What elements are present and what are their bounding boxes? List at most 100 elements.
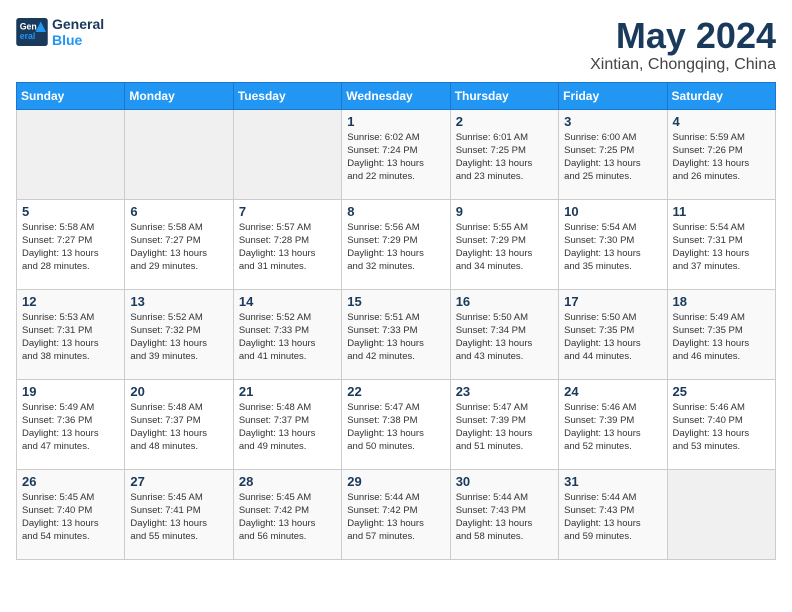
day-info: Sunrise: 5:49 AM Sunset: 7:35 PM Dayligh… (673, 311, 770, 364)
day-info: Sunrise: 6:01 AM Sunset: 7:25 PM Dayligh… (456, 131, 553, 184)
day-number: 22 (347, 384, 444, 399)
calendar-cell: 23 Sunrise: 5:47 AM Sunset: 7:39 PM Dayli… (450, 379, 558, 469)
calendar-cell: 28 Sunrise: 5:45 AM Sunset: 7:42 PM Dayli… (233, 469, 341, 559)
day-info: Sunrise: 6:02 AM Sunset: 7:24 PM Dayligh… (347, 131, 444, 184)
day-number: 7 (239, 204, 336, 219)
week-row-2: 5 Sunrise: 5:58 AM Sunset: 7:27 PM Daylig… (17, 199, 776, 289)
day-number: 6 (130, 204, 227, 219)
calendar-cell: 6 Sunrise: 5:58 AM Sunset: 7:27 PM Daylig… (125, 199, 233, 289)
calendar-cell: 19 Sunrise: 5:49 AM Sunset: 7:36 PM Dayli… (17, 379, 125, 469)
day-info: Sunrise: 5:46 AM Sunset: 7:39 PM Dayligh… (564, 401, 661, 454)
calendar-cell: 13 Sunrise: 5:52 AM Sunset: 7:32 PM Dayli… (125, 289, 233, 379)
day-number: 23 (456, 384, 553, 399)
day-info: Sunrise: 5:51 AM Sunset: 7:33 PM Dayligh… (347, 311, 444, 364)
day-number: 18 (673, 294, 770, 309)
day-info: Sunrise: 5:47 AM Sunset: 7:39 PM Dayligh… (456, 401, 553, 454)
calendar-cell: 15Sunrise: 5:51 AM Sunset: 7:33 PM Dayli… (342, 289, 450, 379)
day-number: 30 (456, 474, 553, 489)
calendar-cell: 18 Sunrise: 5:49 AM Sunset: 7:35 PM Dayli… (667, 289, 775, 379)
calendar-cell: 3 Sunrise: 6:00 AM Sunset: 7:25 PM Daylig… (559, 109, 667, 199)
day-number: 19 (22, 384, 119, 399)
day-number: 9 (456, 204, 553, 219)
day-info: Sunrise: 5:44 AM Sunset: 7:42 PM Dayligh… (347, 491, 444, 544)
day-info: Sunrise: 5:52 AM Sunset: 7:32 PM Dayligh… (130, 311, 227, 364)
day-info: Sunrise: 5:49 AM Sunset: 7:36 PM Dayligh… (22, 401, 119, 454)
weekday-header-monday: Monday (125, 82, 233, 109)
title-block: May 2024 Xintian, Chongqing, China (590, 16, 776, 74)
calendar-cell: 5 Sunrise: 5:58 AM Sunset: 7:27 PM Daylig… (17, 199, 125, 289)
week-row-1: 1Sunrise: 6:02 AM Sunset: 7:24 PM Daylig… (17, 109, 776, 199)
page-header: Gen eral General Blue May 2024 Xintian, … (16, 16, 776, 74)
svg-text:Gen: Gen (20, 21, 37, 31)
day-number: 27 (130, 474, 227, 489)
calendar-cell: 25Sunrise: 5:46 AM Sunset: 7:40 PM Dayli… (667, 379, 775, 469)
day-number: 26 (22, 474, 119, 489)
day-info: Sunrise: 5:54 AM Sunset: 7:31 PM Dayligh… (673, 221, 770, 274)
day-info: Sunrise: 5:47 AM Sunset: 7:38 PM Dayligh… (347, 401, 444, 454)
day-number: 21 (239, 384, 336, 399)
weekday-header-tuesday: Tuesday (233, 82, 341, 109)
day-number: 14 (239, 294, 336, 309)
weekday-header-sunday: Sunday (17, 82, 125, 109)
calendar-table: SundayMondayTuesdayWednesdayThursdayFrid… (16, 82, 776, 560)
calendar-cell: 12 Sunrise: 5:53 AM Sunset: 7:31 PM Dayli… (17, 289, 125, 379)
day-info: Sunrise: 5:48 AM Sunset: 7:37 PM Dayligh… (239, 401, 336, 454)
day-number: 4 (673, 114, 770, 129)
day-info: Sunrise: 5:45 AM Sunset: 7:42 PM Dayligh… (239, 491, 336, 544)
logo-text-line1: General (52, 16, 104, 32)
day-info: Sunrise: 5:50 AM Sunset: 7:35 PM Dayligh… (564, 311, 661, 364)
day-number: 5 (22, 204, 119, 219)
calendar-cell: 8 Sunrise: 5:56 AM Sunset: 7:29 PM Daylig… (342, 199, 450, 289)
day-info: Sunrise: 6:00 AM Sunset: 7:25 PM Dayligh… (564, 131, 661, 184)
calendar-title: May 2024 (590, 16, 776, 56)
logo: Gen eral General Blue (16, 16, 104, 48)
day-number: 17 (564, 294, 661, 309)
calendar-cell: 16 Sunrise: 5:50 AM Sunset: 7:34 PM Dayli… (450, 289, 558, 379)
day-number: 3 (564, 114, 661, 129)
calendar-cell: 1Sunrise: 6:02 AM Sunset: 7:24 PM Daylig… (342, 109, 450, 199)
calendar-cell (17, 109, 125, 199)
day-info: Sunrise: 5:50 AM Sunset: 7:34 PM Dayligh… (456, 311, 553, 364)
day-number: 10 (564, 204, 661, 219)
day-info: Sunrise: 5:58 AM Sunset: 7:27 PM Dayligh… (22, 221, 119, 274)
day-number: 28 (239, 474, 336, 489)
day-info: Sunrise: 5:56 AM Sunset: 7:29 PM Dayligh… (347, 221, 444, 274)
day-info: Sunrise: 5:57 AM Sunset: 7:28 PM Dayligh… (239, 221, 336, 274)
calendar-cell: 30 Sunrise: 5:44 AM Sunset: 7:43 PM Dayli… (450, 469, 558, 559)
day-info: Sunrise: 5:58 AM Sunset: 7:27 PM Dayligh… (130, 221, 227, 274)
day-info: Sunrise: 5:55 AM Sunset: 7:29 PM Dayligh… (456, 221, 553, 274)
day-number: 16 (456, 294, 553, 309)
weekday-header-thursday: Thursday (450, 82, 558, 109)
calendar-cell: 4 Sunrise: 5:59 AM Sunset: 7:26 PM Daylig… (667, 109, 775, 199)
day-info: Sunrise: 5:52 AM Sunset: 7:33 PM Dayligh… (239, 311, 336, 364)
calendar-cell: 17 Sunrise: 5:50 AM Sunset: 7:35 PM Dayli… (559, 289, 667, 379)
calendar-cell: 31Sunrise: 5:44 AM Sunset: 7:43 PM Dayli… (559, 469, 667, 559)
weekday-header-friday: Friday (559, 82, 667, 109)
day-info: Sunrise: 5:44 AM Sunset: 7:43 PM Dayligh… (456, 491, 553, 544)
week-row-4: 19 Sunrise: 5:49 AM Sunset: 7:36 PM Dayli… (17, 379, 776, 469)
day-info: Sunrise: 5:53 AM Sunset: 7:31 PM Dayligh… (22, 311, 119, 364)
calendar-cell: 11Sunrise: 5:54 AM Sunset: 7:31 PM Dayli… (667, 199, 775, 289)
weekday-header-wednesday: Wednesday (342, 82, 450, 109)
calendar-cell (667, 469, 775, 559)
week-row-3: 12 Sunrise: 5:53 AM Sunset: 7:31 PM Dayli… (17, 289, 776, 379)
calendar-cell: 10Sunrise: 5:54 AM Sunset: 7:30 PM Dayli… (559, 199, 667, 289)
day-info: Sunrise: 5:59 AM Sunset: 7:26 PM Dayligh… (673, 131, 770, 184)
calendar-cell: 14 Sunrise: 5:52 AM Sunset: 7:33 PM Dayli… (233, 289, 341, 379)
day-info: Sunrise: 5:48 AM Sunset: 7:37 PM Dayligh… (130, 401, 227, 454)
calendar-cell: 27Sunrise: 5:45 AM Sunset: 7:41 PM Dayli… (125, 469, 233, 559)
day-number: 12 (22, 294, 119, 309)
day-info: Sunrise: 5:46 AM Sunset: 7:40 PM Dayligh… (673, 401, 770, 454)
day-number: 29 (347, 474, 444, 489)
day-number: 13 (130, 294, 227, 309)
calendar-cell: 2Sunrise: 6:01 AM Sunset: 7:25 PM Daylig… (450, 109, 558, 199)
week-row-5: 26 Sunrise: 5:45 AM Sunset: 7:40 PM Dayli… (17, 469, 776, 559)
logo-icon: Gen eral (16, 18, 48, 46)
calendar-cell (233, 109, 341, 199)
day-number: 20 (130, 384, 227, 399)
day-info: Sunrise: 5:45 AM Sunset: 7:40 PM Dayligh… (22, 491, 119, 544)
day-number: 8 (347, 204, 444, 219)
svg-text:eral: eral (20, 31, 36, 41)
calendar-cell: 22 Sunrise: 5:47 AM Sunset: 7:38 PM Dayli… (342, 379, 450, 469)
calendar-cell: 9 Sunrise: 5:55 AM Sunset: 7:29 PM Daylig… (450, 199, 558, 289)
